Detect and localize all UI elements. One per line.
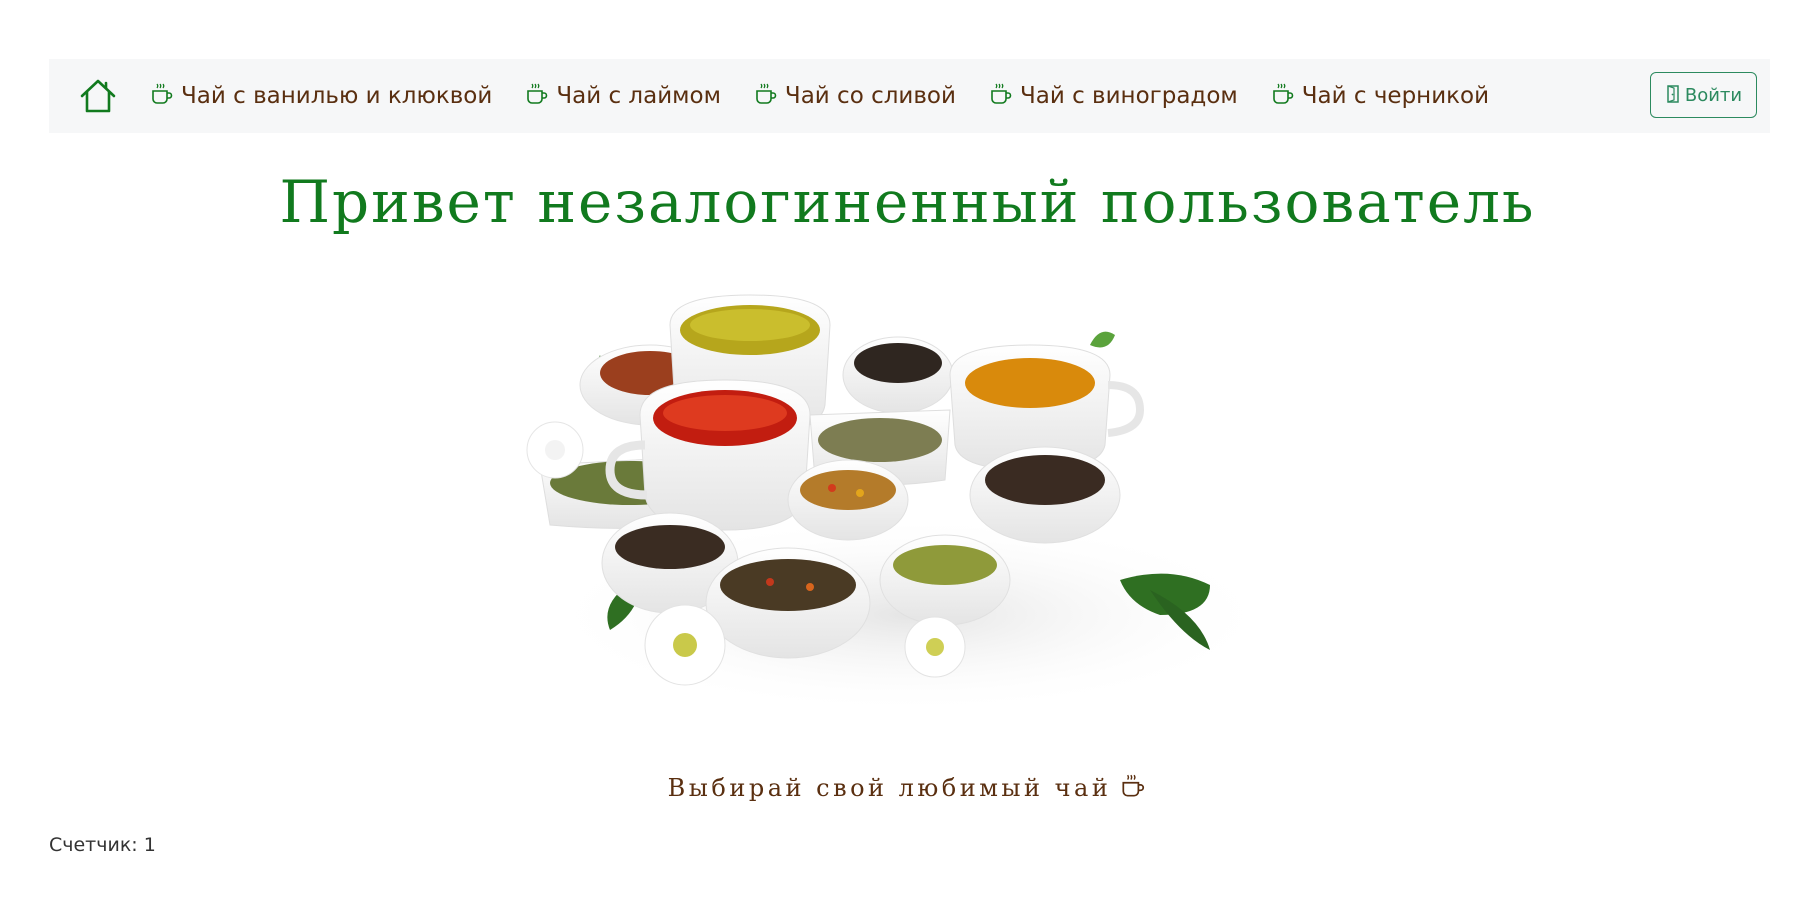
nav-item-label: Чай с лаймом [556,83,721,109]
tea-cup-icon [1270,81,1296,111]
page-title: Привет незалогиненный пользователь [279,168,1536,236]
tea-cup-icon [1119,772,1147,804]
tagline: Выбирай свой любимый чай [0,772,1815,804]
nav-item-lime[interactable]: Чай с лаймом [524,81,721,111]
nav-item-blueberry[interactable]: Чай с черникой [1270,81,1489,111]
login-button-label: Войти [1684,84,1743,106]
navbar: Чай с ванилью и клюквой Чай с лаймом Чай… [49,59,1770,133]
home-icon[interactable] [79,77,117,115]
nav-item-vanilla-cranberry[interactable]: Чай с ванилью и клюквой [149,81,492,111]
nav-item-label: Чай со сливой [784,83,956,109]
nav-item-label: Чай с ванилью и клюквой [181,83,493,109]
nav-item-plum[interactable]: Чай со сливой [753,81,956,111]
nav-item-grape[interactable]: Чай с виноградом [988,81,1238,111]
tea-cup-icon [524,81,550,111]
tea-assortment-image [510,285,1310,725]
nav-item-label: Чай с черникой [1301,83,1490,109]
nav-item-label: Чай с виноградом [1019,83,1238,109]
tagline-text: Выбирай свой любимый чай [667,774,1112,802]
tea-cup-icon [988,81,1014,111]
tea-cup-icon [753,81,779,111]
door-icon [1665,84,1683,107]
counter: Счетчик: 1 [49,834,156,856]
nav-links: Чай с ванилью и клюквой Чай с лаймом Чай… [149,59,1489,133]
login-button[interactable]: Войти [1650,72,1757,118]
tea-cup-icon [149,81,175,111]
